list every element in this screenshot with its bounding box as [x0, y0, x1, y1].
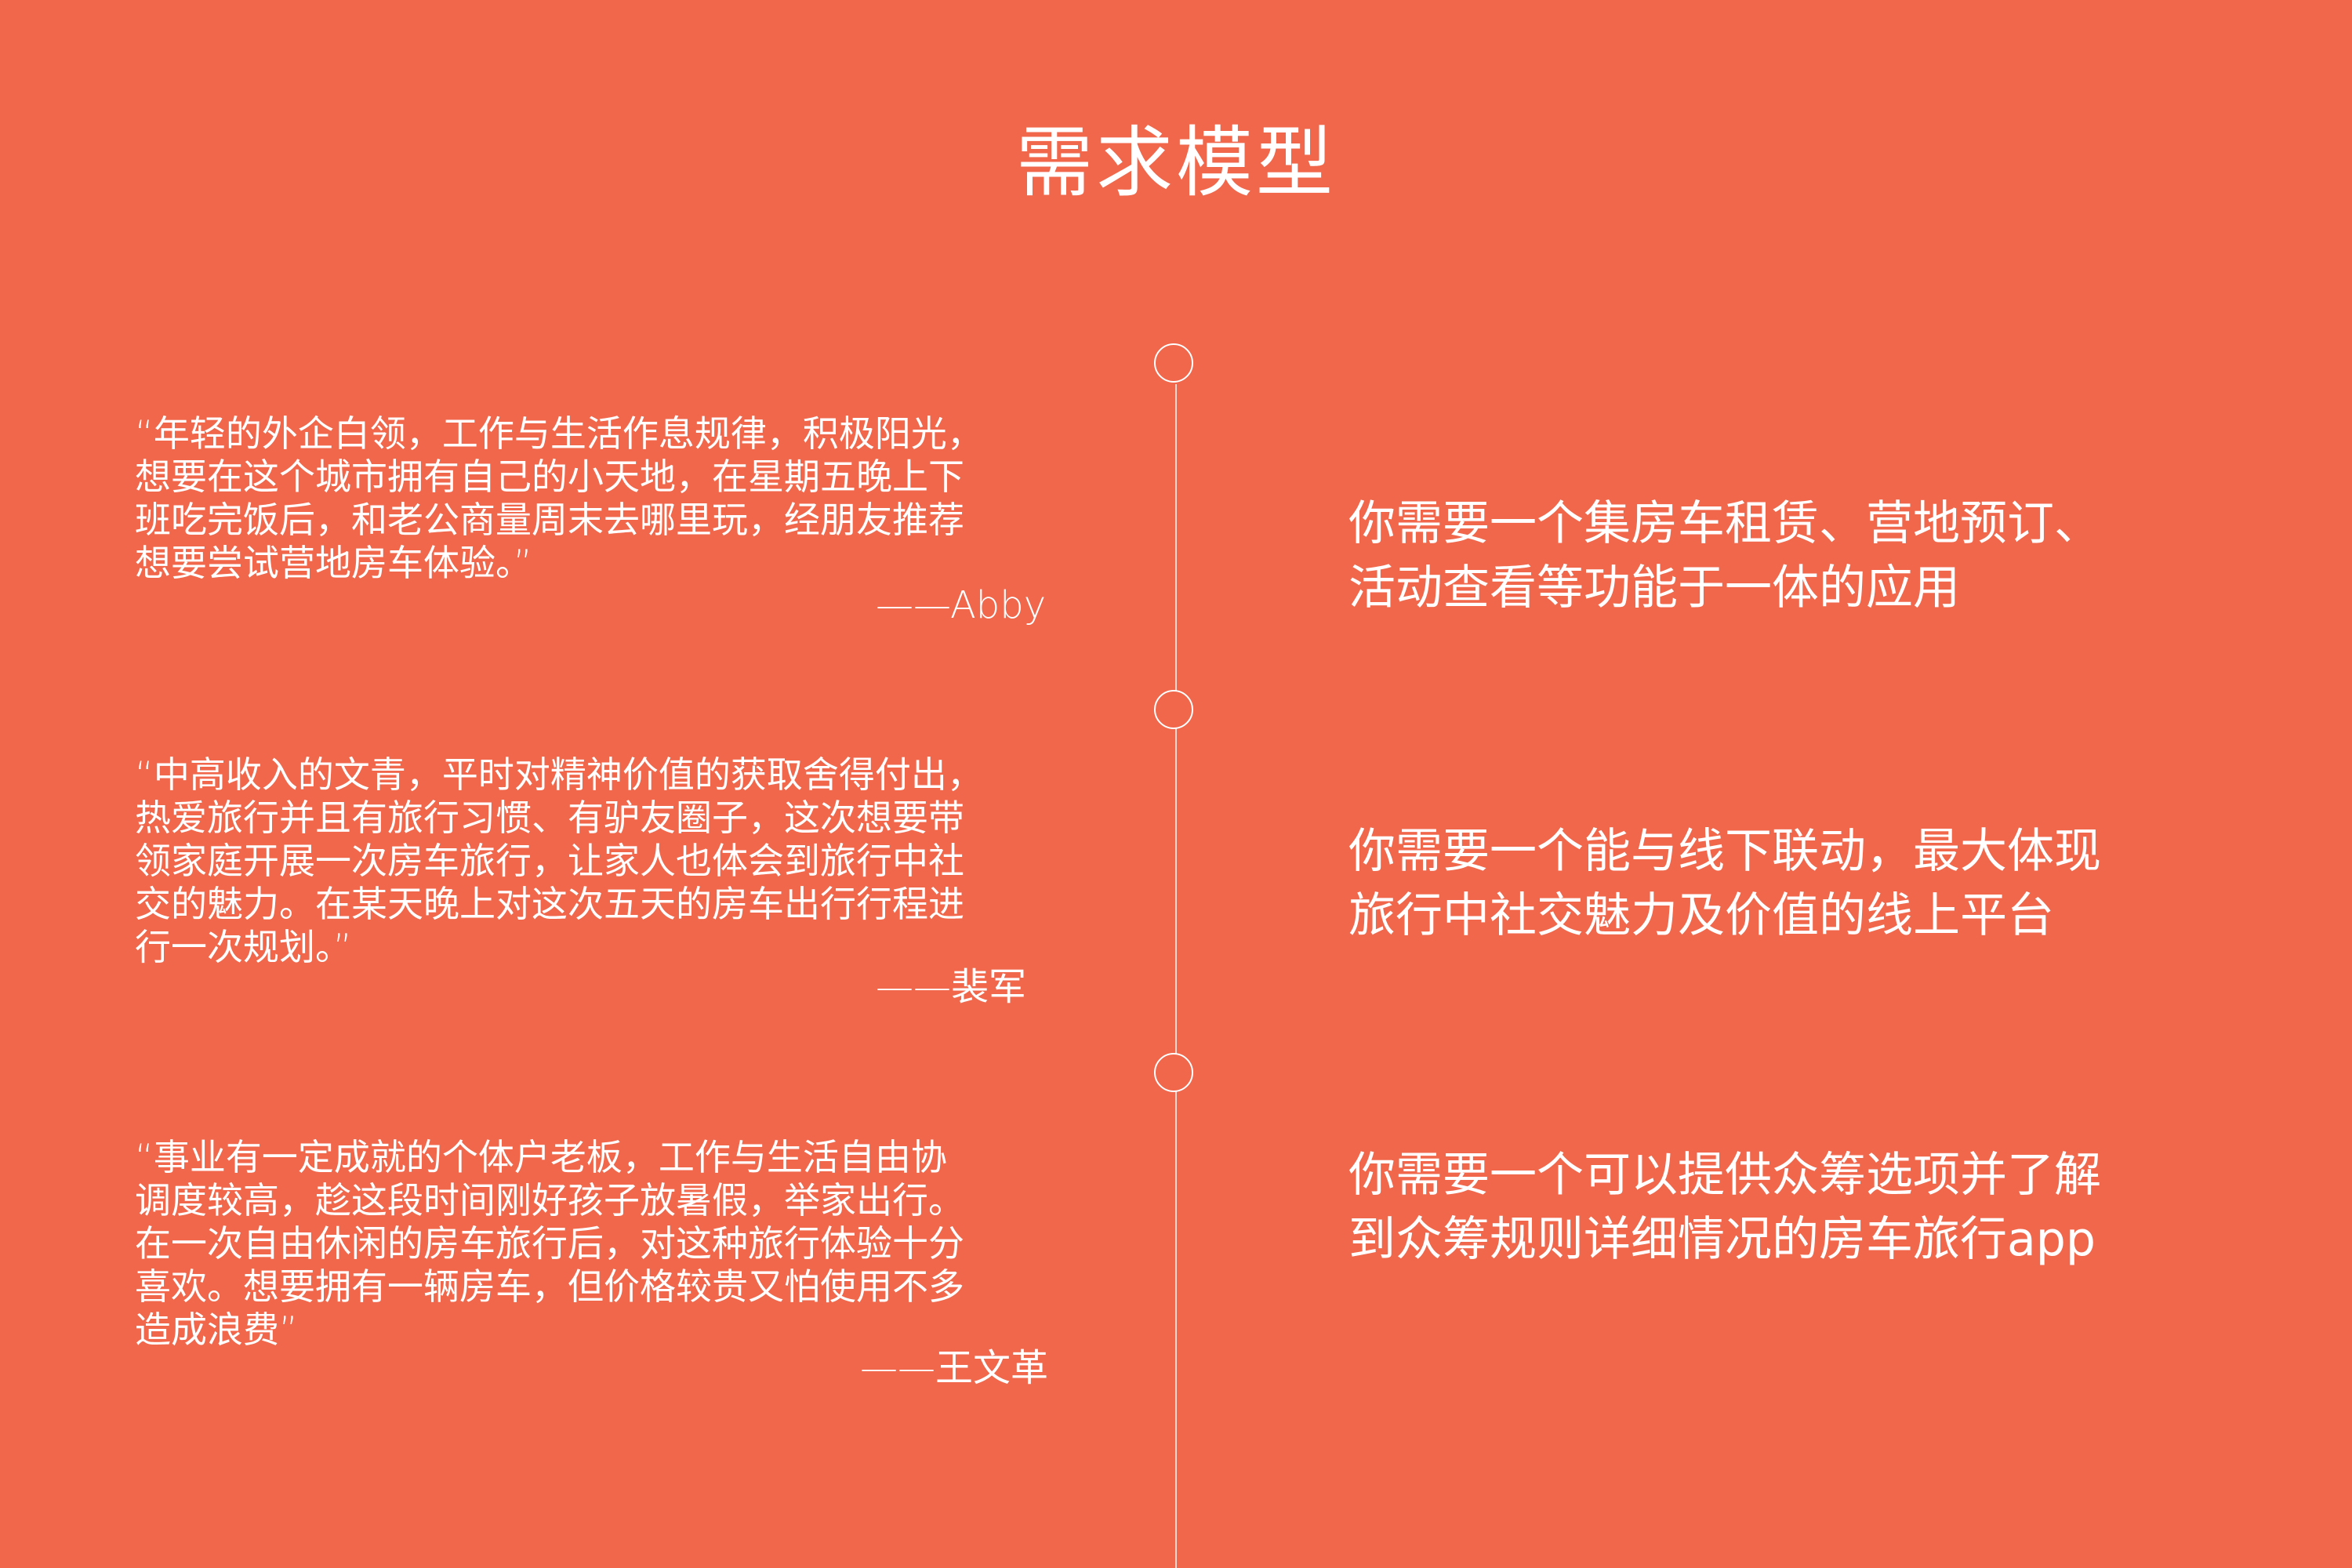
persona-attribution-1: ——Abby — [876, 583, 1047, 627]
timeline-node-1 — [1154, 343, 1193, 383]
persona-quote-text: “中高收入的文青，平时对精神价值的获取舍得付出， 热爱旅行并且有旅行习惯、有驴友… — [135, 753, 983, 968]
persona-attribution-3: ——王文革 — [860, 1346, 1049, 1390]
persona-quote-1: “年轻的外企白领，工作与生活作息规律，积极阳光， 想要在这个城市拥有自己的小天地… — [135, 412, 1052, 585]
need-statement-3: 你需要一个可以提供众筹选项并了解 到众筹规则详细情况的房车旅行app — [1348, 1148, 2101, 1267]
timeline-line — [1175, 384, 1177, 1568]
need-statement-2: 你需要一个能与线下联动，最大体现 旅行中社交魅力及价值的线上平台 — [1348, 824, 2101, 943]
need-statement-1: 你需要一个集房车租赁、营地预订、 活动查看等功能于一体的应用 — [1348, 496, 2101, 615]
persona-quote-3: “事业有一定成就的个体户老板，工作与生活自由协 调度较高，趁这段时间刚好孩子放暑… — [135, 1136, 1052, 1352]
persona-quote-2: “中高收入的文青，平时对精神价值的获取舍得付出， 热爱旅行并且有旅行习惯、有驴友… — [135, 753, 1052, 969]
persona-quote-text: “事业有一定成就的个体户老板，工作与生活自由协 调度较高，趁这段时间刚好孩子放暑… — [135, 1136, 964, 1351]
persona-quote-text: “年轻的外企白领，工作与生活作息规律，积极阳光， 想要在这个城市拥有自己的小天地… — [135, 412, 983, 584]
timeline-node-2 — [1154, 690, 1193, 729]
timeline-node-3 — [1154, 1053, 1193, 1092]
persona-attribution-2: ——裴军 — [876, 965, 1027, 1009]
page-title: 需求模型 — [1015, 118, 1336, 208]
